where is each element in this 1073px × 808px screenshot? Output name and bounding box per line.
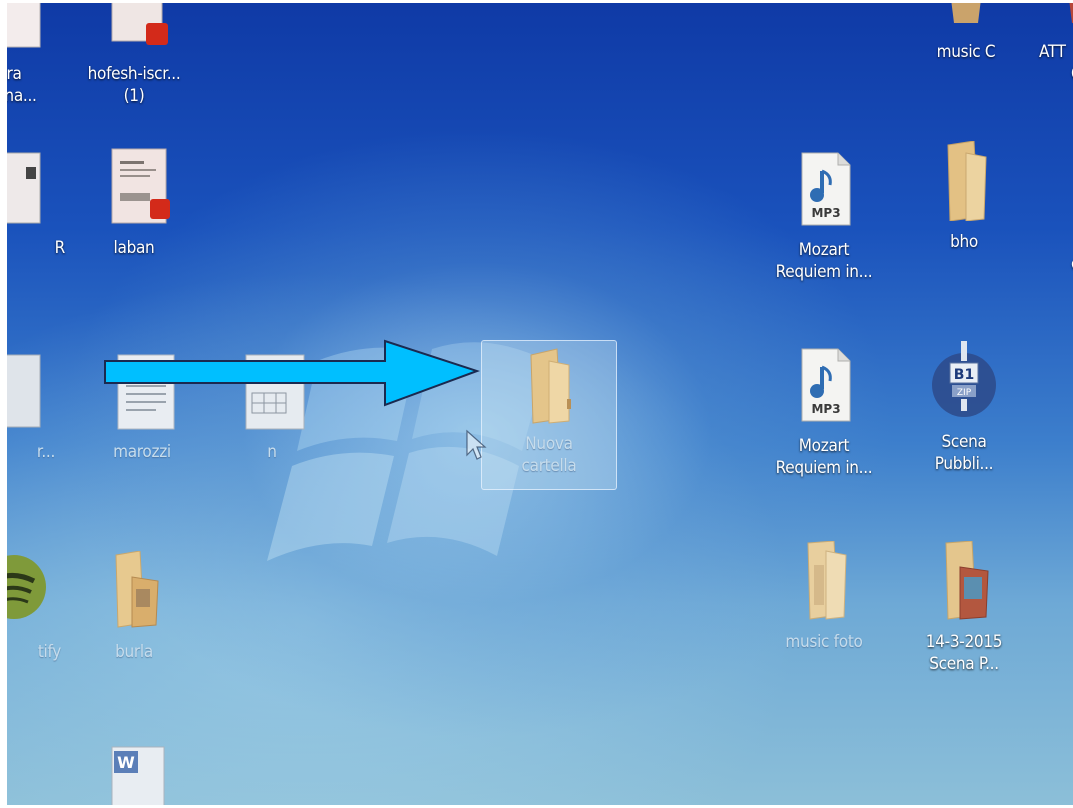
desktop-icon-hofesh[interactable]: hofesh-iscr... (1) (69, 3, 199, 107)
folder-icon (924, 540, 1004, 621)
mp3-file-icon: MP3 (784, 345, 864, 425)
pdf-file-icon (94, 3, 174, 53)
pdf-file-icon (94, 147, 174, 227)
icon-label: fi (1019, 431, 1073, 453)
spotify-icon (7, 551, 54, 631)
document-icon (7, 351, 54, 431)
icon-label: marozzi (113, 442, 171, 462)
icon-label: Mozart Requiem in... (775, 436, 873, 478)
desktop-icon-mozart-2[interactable]: MP3 Mozart Requiem in... (759, 345, 889, 479)
icon-label: burla (115, 642, 153, 662)
desktop-icon-partial-r2[interactable]: r... (7, 351, 79, 463)
folder-icon (94, 550, 174, 631)
icon-label: bho (950, 232, 978, 252)
desktop-icon-mozart-1[interactable]: MP3 Mozart Requiem in... (759, 149, 889, 283)
desktop-icon-nuova-cartella[interactable]: Nuova cartella (481, 340, 617, 490)
desktop-icon-scena-pubbli[interactable]: B1 ZIP Scena Pubbli... (899, 341, 1029, 475)
icon-label: Fcolle (1019, 231, 1073, 275)
icon-label: n (267, 442, 277, 462)
word-file-icon: W (94, 743, 174, 805)
desktop-icon-music-c[interactable]: music C (901, 3, 1031, 63)
document-icon (7, 147, 54, 227)
desktop-icon-bho[interactable]: bho (899, 140, 1029, 253)
icon-label: Scena Pubbli... (934, 432, 994, 474)
desktop[interactable]: raiona... hofesh-iscr...(1) R (7, 3, 1073, 805)
desktop-icon-partial-colle[interactable]: Fcolle (1019, 141, 1073, 275)
mouse-cursor-icon (466, 429, 487, 460)
icon-label: 14-3-2015 Scena P... (925, 632, 1003, 674)
icon-label: Nuova cartella (521, 434, 577, 476)
icon-label: Mozart Requiem in... (775, 240, 873, 282)
folder-icon (924, 140, 1004, 222)
desktop-icon-scena-p[interactable]: 14-3-2015 Scena P... (899, 540, 1029, 675)
icon-label: hofesh-iscr... (1) (87, 64, 181, 106)
folder-icon (1044, 3, 1073, 31)
folder-icon (1044, 141, 1073, 221)
desktop-icon-partial-att[interactable]: ATTC (1019, 3, 1073, 85)
icon-label: r... (36, 442, 55, 462)
icon-label: ATTC (1039, 42, 1073, 84)
desktop-icon-burla[interactable]: burla (69, 550, 199, 663)
document-icon (7, 3, 54, 53)
desktop-icon-laban[interactable]: laban (69, 147, 199, 259)
word-glyph-text: W (117, 753, 135, 772)
zip-archive-icon: B1 ZIP (924, 341, 1004, 421)
zip-glyph-title: B1 (954, 367, 974, 383)
icon-label: laban (113, 238, 155, 258)
zip-glyph-subtitle: ZIP (957, 388, 972, 398)
folder-icon (926, 3, 1006, 31)
desktop-icon-music-foto[interactable]: music foto (759, 540, 889, 653)
icon-label: music C (936, 42, 996, 62)
folder-icon (784, 540, 864, 621)
folder-icon (509, 347, 589, 427)
annotation-arrow-icon (104, 339, 481, 407)
icon-label: music foto (785, 632, 863, 652)
desktop-icon-partial-fi[interactable]: fi (1019, 341, 1073, 453)
mp3-glyph-text: MP3 (811, 402, 840, 416)
desktop-icon-word-doc[interactable]: W (69, 743, 199, 805)
mp3-glyph-text: MP3 (811, 206, 840, 220)
document-icon (1044, 341, 1073, 421)
mp3-file-icon: MP3 (784, 149, 864, 229)
